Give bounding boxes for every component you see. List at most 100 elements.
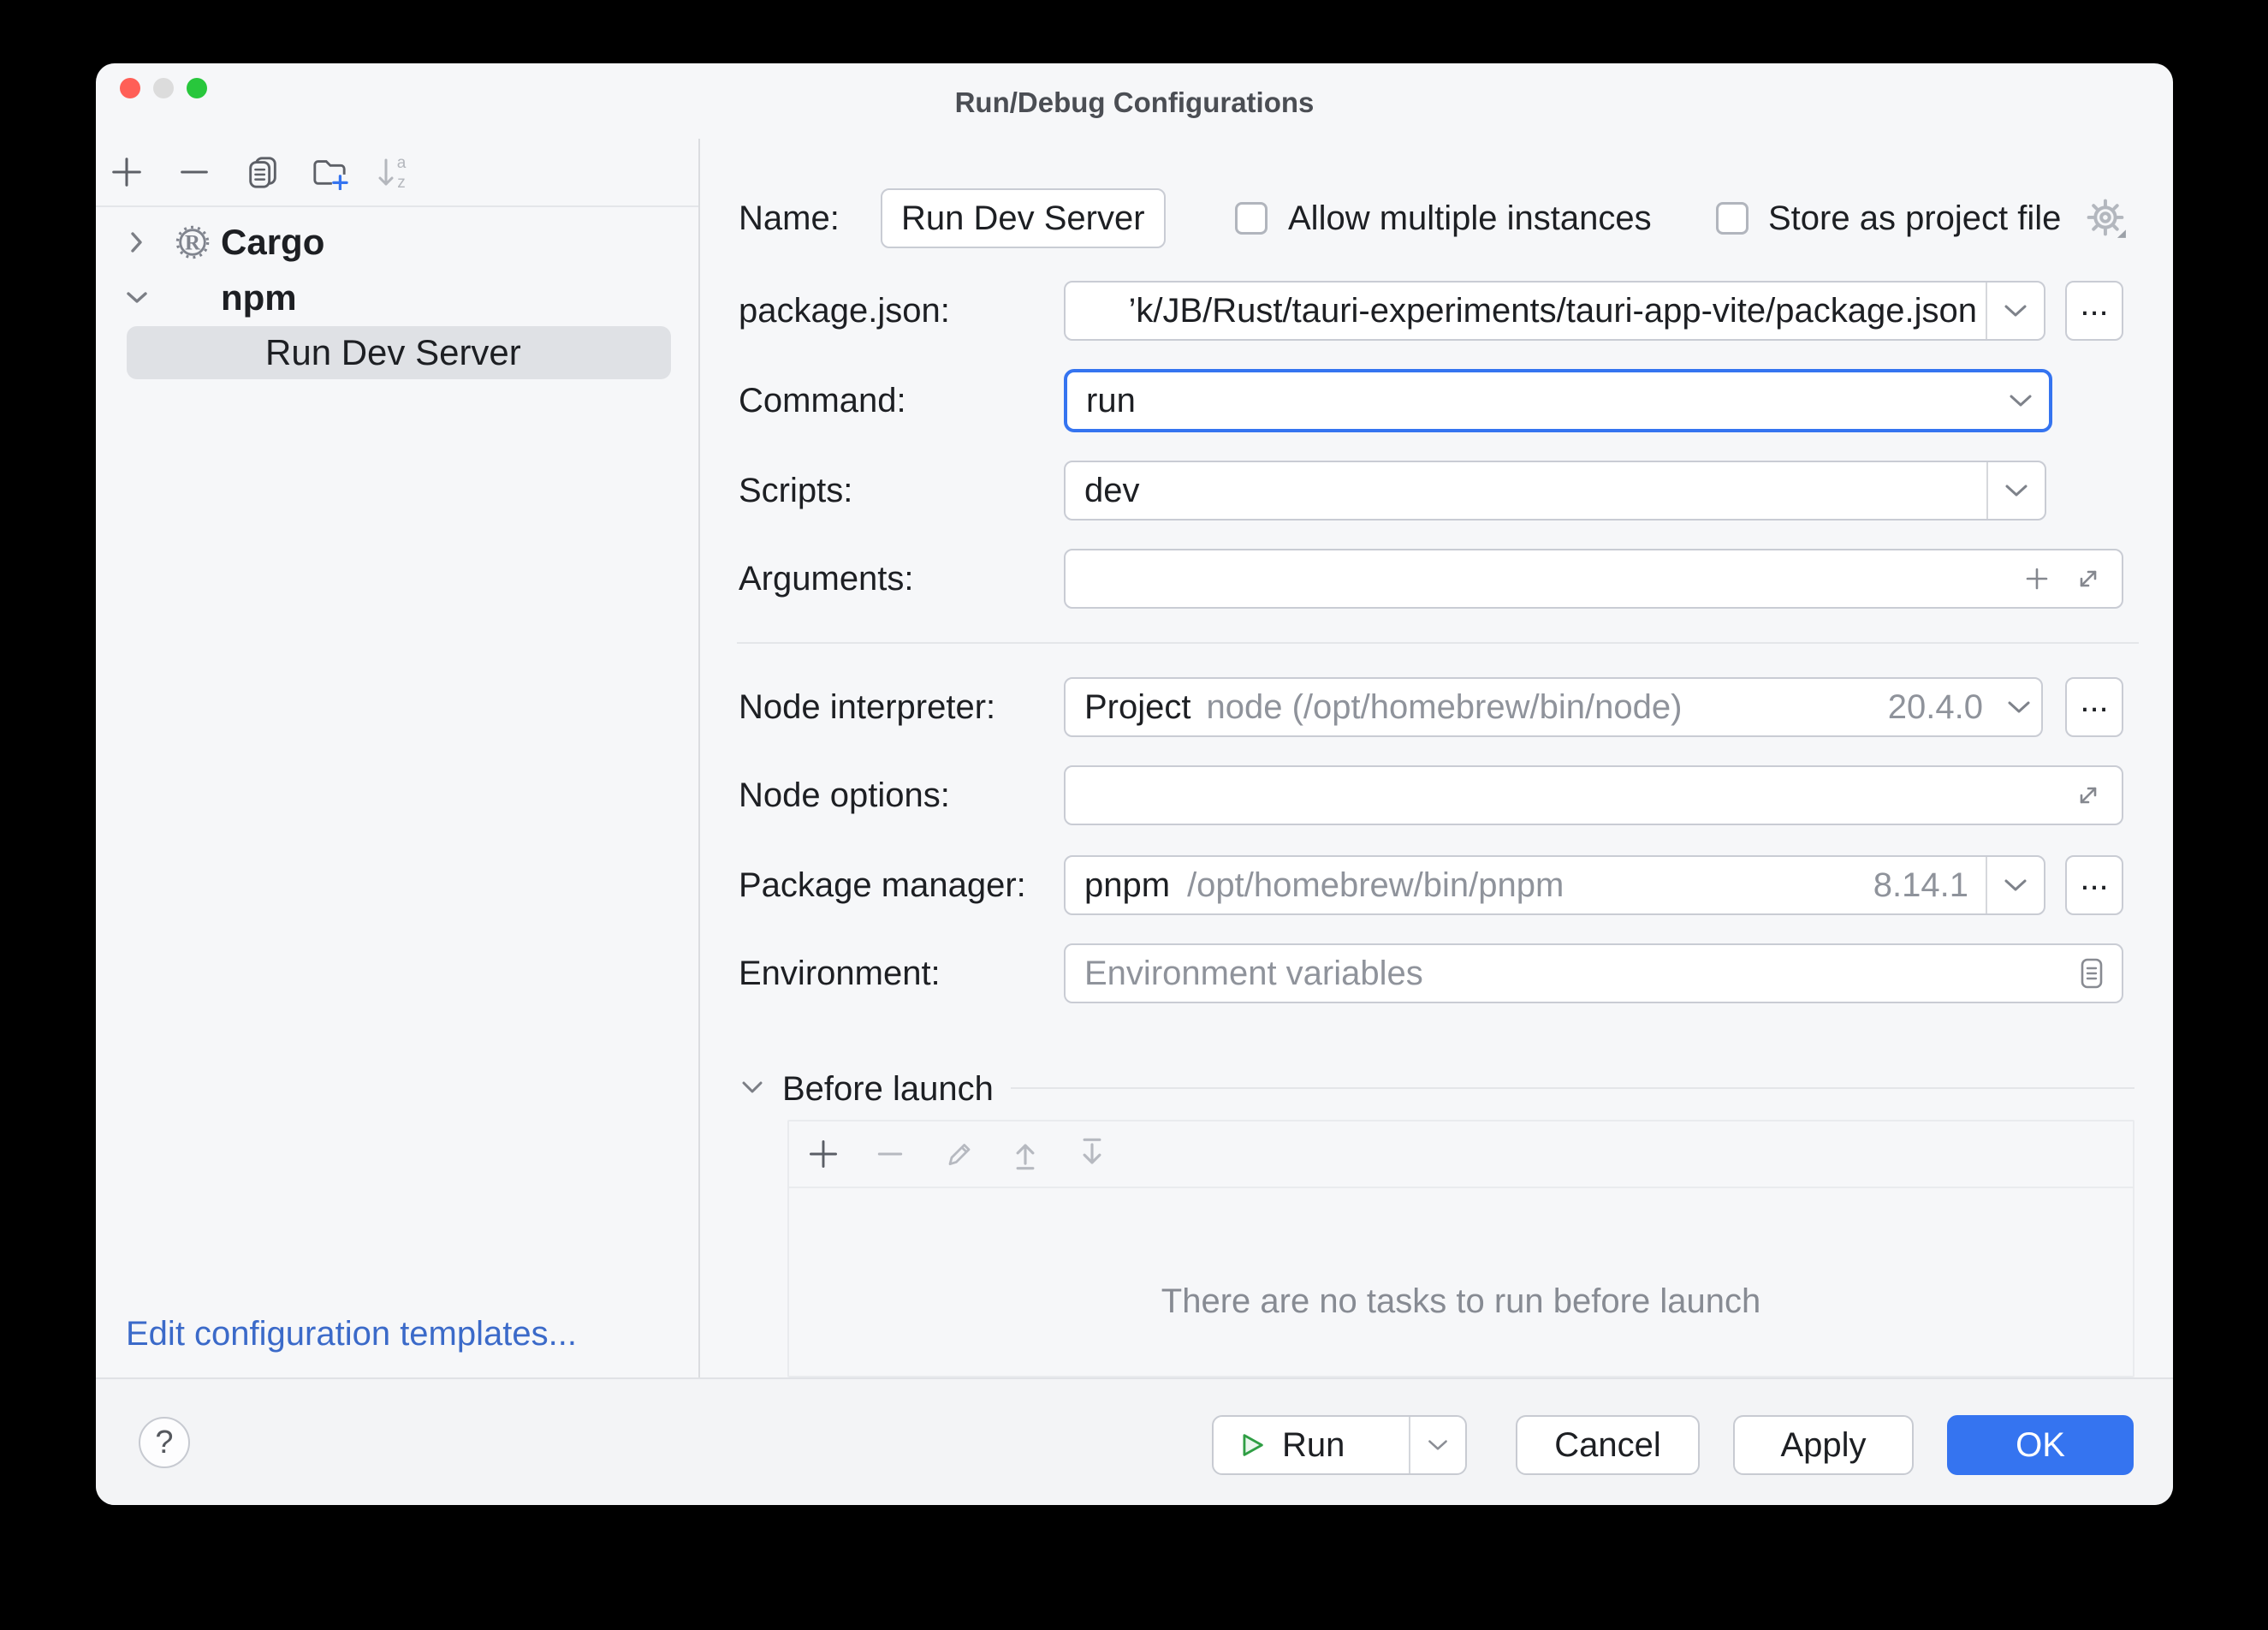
before-launch-title[interactable]: Before launch <box>782 1065 994 1113</box>
before-launch-empty-text: There are no tasks to run before launch <box>789 1282 2133 1321</box>
scripts-combobox[interactable]: dev <box>1064 461 2046 521</box>
section-divider <box>737 642 2139 644</box>
new-folder-button[interactable] <box>311 153 348 191</box>
environment-input[interactable]: Environment variables <box>1064 943 2123 1003</box>
before-launch-collapse-chevron-icon[interactable] <box>739 1079 765 1096</box>
package-json-label: package.json: <box>739 281 950 341</box>
move-task-down-button[interactable] <box>1073 1135 1111 1173</box>
store-as-project-file-checkbox[interactable] <box>1716 202 1748 235</box>
package-manager-combobox[interactable]: pnpm /opt/homebrew/bin/pnpm 8.14.1 <box>1064 855 2045 915</box>
package-json-dropdown-button[interactable] <box>1986 283 2044 339</box>
node-interpreter-label: Node interpreter: <box>739 677 995 737</box>
chevron-down-icon <box>1427 1438 1449 1452</box>
sidebar-item-cargo[interactable]: R Cargo <box>96 216 700 269</box>
expand-icon[interactable] <box>2074 564 2103 593</box>
move-task-up-button[interactable] <box>1006 1135 1044 1173</box>
add-icon[interactable] <box>2022 564 2051 593</box>
chevron-right-icon[interactable] <box>129 230 145 254</box>
add-icon <box>806 1137 840 1171</box>
add-configuration-button[interactable] <box>108 153 145 191</box>
add-task-button[interactable] <box>804 1135 842 1173</box>
run-button[interactable]: Run <box>1212 1415 1467 1475</box>
new-folder-icon <box>311 154 348 190</box>
run-debug-configurations-dialog: Run/Debug Configurations <box>96 63 2173 1505</box>
sidebar-item-run-dev-server[interactable]: Run Dev Server <box>96 326 700 379</box>
environment-label: Environment: <box>739 943 941 1003</box>
name-label: Name: <box>739 188 840 248</box>
package-manager-browse-button[interactable]: ... <box>2065 855 2123 915</box>
package-manager-dropdown-button[interactable] <box>1986 857 2044 913</box>
gear-icon <box>2085 197 2128 240</box>
sort-configurations-button[interactable]: a z <box>376 153 413 191</box>
name-input[interactable]: Run Dev Server <box>881 188 1166 248</box>
store-as-project-file-label: Store as project file <box>1768 188 2061 248</box>
add-icon <box>109 154 145 190</box>
node-options-label: Node options: <box>739 765 950 825</box>
chevron-down-icon <box>2003 303 2028 318</box>
configurations-sidebar: a z R Cargo npm Run Dev Server Edit con <box>96 139 700 1377</box>
package-json-browse-button[interactable]: ... <box>2065 281 2123 341</box>
help-button[interactable]: ? <box>139 1417 190 1468</box>
command-combobox[interactable]: run <box>1064 369 2052 432</box>
edit-icon <box>941 1137 976 1171</box>
chevron-down-icon <box>2006 699 2032 715</box>
node-version: 20.4.0 <box>1888 688 1997 727</box>
chevron-down-icon <box>2008 393 2033 408</box>
command-dropdown-button[interactable] <box>1992 372 2049 429</box>
before-launch-panel: There are no tasks to run before launch <box>787 1120 2134 1377</box>
remove-icon <box>873 1137 907 1171</box>
ok-button[interactable]: OK <box>1947 1415 2134 1475</box>
chevron-down-icon <box>2003 877 2028 893</box>
node-interpreter-dropdown-button[interactable] <box>1997 679 2041 735</box>
node-options-input[interactable] <box>1064 765 2123 825</box>
sidebar-item-npm[interactable]: npm <box>96 271 700 324</box>
dialog-footer: ? Run Cancel Apply OK <box>96 1377 2173 1505</box>
tree-item-label: npm <box>221 271 297 324</box>
titlebar: Run/Debug Configurations <box>96 63 2173 139</box>
edit-configuration-templates-link[interactable]: Edit configuration templates... <box>126 1313 577 1354</box>
chevron-down-icon <box>2004 483 2029 498</box>
allow-multiple-instances-checkbox[interactable] <box>1235 202 1268 235</box>
allow-multiple-instances-label: Allow multiple instances <box>1288 188 1652 248</box>
remove-icon <box>176 154 212 190</box>
arguments-input[interactable] <box>1064 549 2123 609</box>
sidebar-toolbar: a z <box>96 139 698 207</box>
environment-variables-icon[interactable] <box>2077 956 2106 990</box>
expand-icon[interactable] <box>2074 781 2103 810</box>
run-options-dropdown-button[interactable] <box>1409 1417 1465 1473</box>
node-interpreter-browse-button[interactable]: ... <box>2065 677 2123 737</box>
node-interpreter-combobox[interactable]: Project node (/opt/homebrew/bin/node) 20… <box>1064 677 2043 737</box>
remove-configuration-button[interactable] <box>175 153 213 191</box>
scripts-dropdown-button[interactable] <box>1986 462 2045 519</box>
command-label: Command: <box>739 371 906 431</box>
arguments-label: Arguments: <box>739 549 914 609</box>
cancel-button[interactable]: Cancel <box>1516 1415 1700 1475</box>
configuration-form: Name: Run Dev Server Allow multiple inst… <box>702 139 2173 1377</box>
play-icon <box>1238 1431 1267 1459</box>
svg-text:z: z <box>397 174 406 191</box>
package-json-combobox[interactable]: ’k/JB/Rust/tauri-experiments/tauri-app-v… <box>1064 281 2045 341</box>
before-launch-divider <box>1011 1087 2134 1089</box>
tree-item-label: Run Dev Server <box>265 326 521 379</box>
window-title: Run/Debug Configurations <box>96 63 2173 142</box>
scripts-label: Scripts: <box>739 461 852 521</box>
help-question-icon: ? <box>155 1425 173 1461</box>
apply-button[interactable]: Apply <box>1733 1415 1914 1475</box>
cargo-icon: R <box>175 224 211 260</box>
edit-task-button[interactable] <box>940 1135 977 1173</box>
chevron-down-icon[interactable] <box>125 290 149 306</box>
svg-text:R: R <box>185 232 201 255</box>
sort-alphabetically-icon: a z <box>376 153 413 191</box>
copy-icon <box>245 154 281 190</box>
remove-task-button[interactable] <box>871 1135 909 1173</box>
tree-item-label: Cargo <box>221 216 324 269</box>
copy-configuration-button[interactable] <box>244 153 282 191</box>
store-options-gear-button[interactable] <box>2085 197 2128 240</box>
package-manager-label: Package manager: <box>739 855 1026 915</box>
move-up-icon <box>1008 1137 1042 1171</box>
svg-text:a: a <box>397 154 407 172</box>
environment-placeholder: Environment variables <box>1066 955 1423 993</box>
package-manager-version: 8.14.1 <box>1873 866 1986 905</box>
before-launch-toolbar <box>789 1121 2133 1188</box>
run-button-label: Run <box>1282 1426 1345 1465</box>
